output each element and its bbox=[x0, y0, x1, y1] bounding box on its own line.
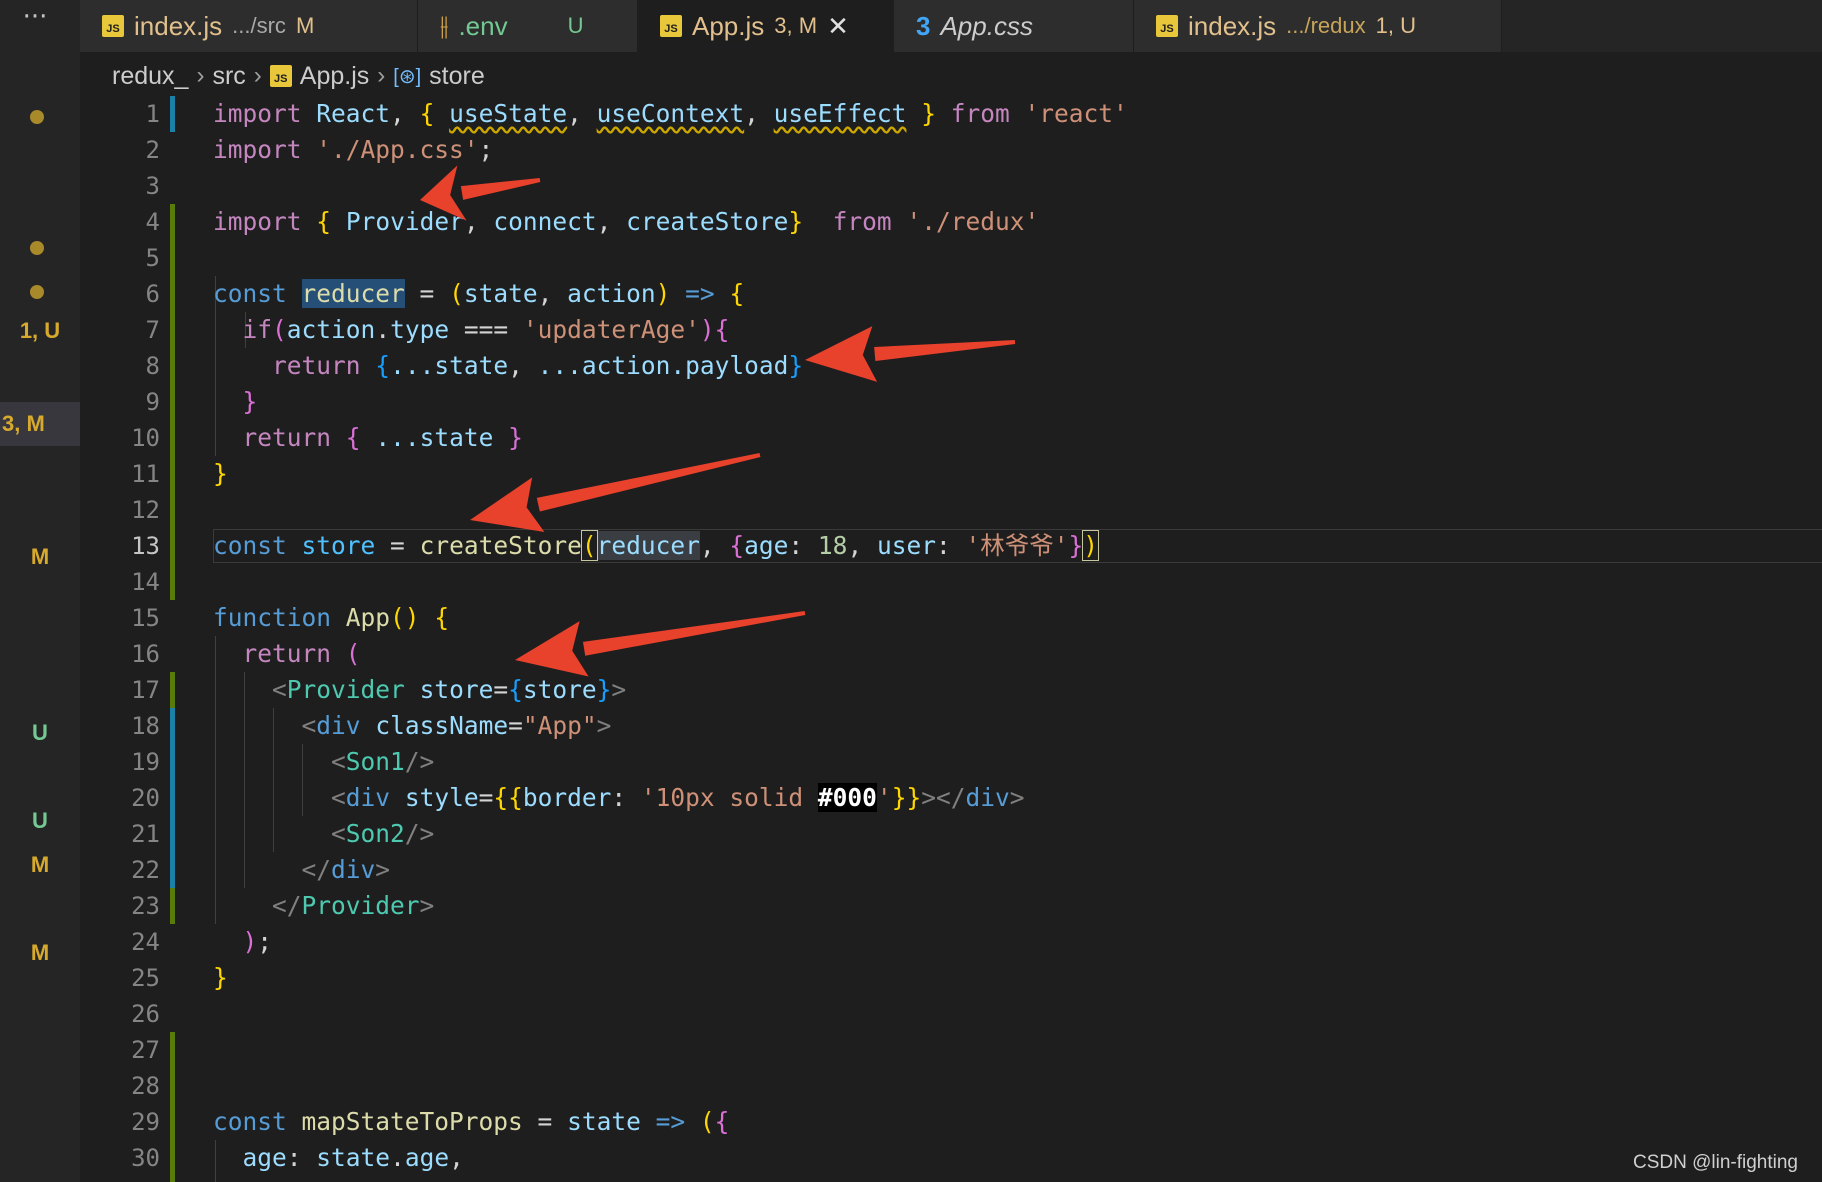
tab-status: 1, U bbox=[1375, 13, 1416, 38]
javascript-file-icon: JS bbox=[660, 15, 682, 37]
javascript-file-icon: JS bbox=[1156, 15, 1178, 37]
code-line[interactable]: import React, { useState, useContext, us… bbox=[80, 96, 1822, 132]
tab-index-js-redux[interactable]: JS index.js .../redux 1, U bbox=[1134, 0, 1502, 52]
breadcrumb-folder[interactable]: src bbox=[212, 62, 245, 91]
line-number: 14 bbox=[80, 564, 1822, 600]
line-number: 27 bbox=[80, 1032, 1822, 1068]
settings-file-icon: ⫲ bbox=[440, 10, 449, 40]
code-line[interactable]: </Provider> bbox=[80, 888, 1822, 924]
code-line[interactable]: return {...state, ...action.payload} bbox=[80, 348, 1822, 384]
tab-bar: JS index.js .../src M ⫲ .env U JS App.js… bbox=[80, 0, 1822, 52]
code-line[interactable]: </div> bbox=[80, 852, 1822, 888]
code-line[interactable]: <Provider store={store}> bbox=[80, 672, 1822, 708]
code-line[interactable]: } bbox=[80, 384, 1822, 420]
tab-label: index.js bbox=[134, 10, 223, 41]
explorer-strip: ··· 1, U 3, M M U U M M bbox=[0, 0, 80, 1182]
tab-label: App.js bbox=[692, 10, 765, 41]
line-number-label: 28 bbox=[131, 1072, 160, 1100]
breadcrumb-symbol[interactable]: store bbox=[429, 62, 485, 91]
line-number-label: 27 bbox=[131, 1036, 160, 1064]
code-line[interactable]: <div className="App"> bbox=[80, 708, 1822, 744]
modified-dot-icon bbox=[30, 110, 44, 124]
explorer-badge-active[interactable]: 3, M bbox=[0, 402, 80, 446]
code-line[interactable]: return ( bbox=[80, 636, 1822, 672]
breadcrumb-root[interactable]: redux_ bbox=[112, 62, 188, 91]
close-icon[interactable]: ✕ bbox=[827, 11, 849, 42]
line-number: 26 bbox=[80, 996, 1822, 1032]
javascript-file-icon: JS bbox=[102, 15, 124, 37]
line-number-label: 14 bbox=[131, 568, 160, 596]
tab-status: 3, M bbox=[774, 13, 818, 38]
modified-dot-icon bbox=[30, 241, 44, 255]
line-number: 3 bbox=[80, 168, 1822, 204]
line-number-label: 12 bbox=[131, 496, 160, 524]
javascript-file-icon: JS bbox=[269, 65, 292, 87]
code-line[interactable]: <div style={{border: '10px solid #000'}}… bbox=[80, 780, 1822, 816]
tab-label: index.js bbox=[1188, 10, 1277, 41]
chevron-right-icon: › bbox=[377, 62, 386, 89]
code-line[interactable]: const mapStateToProps = state => ({ bbox=[80, 1104, 1822, 1140]
explorer-badge[interactable]: 1, U bbox=[0, 318, 80, 344]
line-number: 28 bbox=[80, 1068, 1822, 1104]
code-editor[interactable]: 1 2 3 4 5 6 7 8 9 10 11 12 13 14 15 16 17 18 19 20 21 22 23 24 2… bbox=[80, 96, 1822, 1182]
explorer-badge[interactable]: M bbox=[0, 852, 80, 878]
tab-path: .../redux bbox=[1286, 13, 1366, 38]
tab-env[interactable]: ⫲ .env U bbox=[418, 0, 638, 52]
line-number: 5 bbox=[80, 240, 1822, 276]
code-line[interactable]: function App() { bbox=[80, 600, 1822, 636]
tab-status: M bbox=[295, 13, 315, 38]
chevron-right-icon: › bbox=[196, 62, 205, 89]
code-line[interactable]: return { ...state } bbox=[80, 420, 1822, 456]
chevron-right-icon: › bbox=[253, 62, 262, 89]
explorer-badge[interactable]: M bbox=[0, 544, 80, 570]
code-line[interactable]: } bbox=[80, 960, 1822, 996]
code-line[interactable]: if(action.type === 'updaterAge'){ bbox=[80, 312, 1822, 348]
line-number: 12 bbox=[80, 492, 1822, 528]
code-line[interactable]: <Son1/> bbox=[80, 744, 1822, 780]
variable-symbol-icon: [⊛] bbox=[393, 65, 422, 88]
tab-path: .../src bbox=[232, 13, 286, 38]
explorer-badge[interactable]: U bbox=[0, 720, 80, 746]
line-number-label: 3 bbox=[145, 172, 160, 200]
css-file-icon: 3 bbox=[916, 10, 931, 41]
line-number-label: 5 bbox=[145, 244, 160, 272]
tab-status: U bbox=[567, 13, 584, 38]
tab-label: App.css bbox=[940, 10, 1033, 41]
explorer-badge[interactable]: U bbox=[0, 808, 80, 834]
breadcrumb: redux_ › src › JS App.js › [⊛] store bbox=[112, 56, 485, 96]
code-line[interactable]: import { Provider, connect, createStore}… bbox=[80, 204, 1822, 240]
line-number-label: 26 bbox=[131, 1000, 160, 1028]
modified-dot-icon bbox=[30, 285, 44, 299]
code-line[interactable]: ); bbox=[80, 924, 1822, 960]
code-line[interactable]: } bbox=[80, 456, 1822, 492]
code-line[interactable]: age: state.age, bbox=[80, 1140, 1822, 1176]
tab-label: .env bbox=[458, 10, 508, 41]
code-line[interactable]: const reducer = (state, action) => { bbox=[80, 276, 1822, 312]
watermark: CSDN @lin-fighting bbox=[1632, 1152, 1798, 1173]
breadcrumb-file[interactable]: App.js bbox=[300, 62, 369, 91]
more-actions-icon[interactable]: ··· bbox=[0, 2, 70, 32]
tab-app-css[interactable]: 3 App.css bbox=[894, 0, 1134, 52]
code-line[interactable]: <Son2/> bbox=[80, 816, 1822, 852]
tab-app-js[interactable]: JS App.js 3, M ✕ bbox=[638, 0, 894, 52]
code-line[interactable]: import './App.css'; bbox=[80, 132, 1822, 168]
explorer-badge[interactable]: M bbox=[0, 940, 80, 966]
tab-index-js-src[interactable]: JS index.js .../src M bbox=[80, 0, 418, 52]
code-line-current[interactable]: const store = createStore(reducer, {age:… bbox=[80, 528, 1822, 564]
